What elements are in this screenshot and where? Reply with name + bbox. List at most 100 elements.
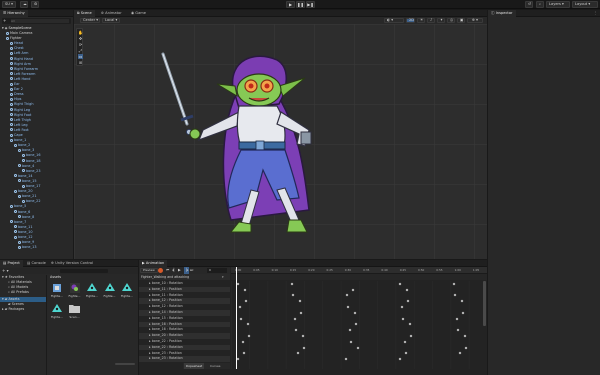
animated-property-row[interactable]: ▸ bone_20 : Rotation: [139, 333, 230, 339]
thumbnail-size-slider[interactable]: [115, 363, 135, 365]
asset-tile[interactable]: Fighte...: [103, 282, 117, 299]
keyframe[interactable]: [293, 317, 297, 321]
camera-icon[interactable]: ▣: [457, 18, 465, 23]
pause-button[interactable]: ❚❚: [296, 1, 305, 8]
hand-tool-icon[interactable]: ✋: [78, 30, 83, 35]
keyframe[interactable]: [349, 340, 353, 344]
keyframe[interactable]: [236, 357, 240, 361]
keyframe[interactable]: [346, 305, 350, 309]
keyframe[interactable]: [348, 328, 352, 332]
scene-viewport[interactable]: ✋ ✥ ⟳ ⤢ ▭ ⊞: [74, 24, 487, 259]
keyframe[interactable]: [294, 328, 298, 332]
keyframe[interactable]: [299, 311, 303, 315]
keyframe[interactable]: [301, 334, 305, 338]
scale-tool-icon[interactable]: ⤢: [78, 48, 83, 53]
clip-selector[interactable]: Fighter_Walking and attacking ▾: [139, 274, 230, 280]
keyframe[interactable]: [236, 282, 240, 286]
tab-hierarchy[interactable]: ☰ Hierarchy: [0, 10, 28, 17]
rect-tool-icon[interactable]: ▭: [78, 54, 83, 59]
keyframe[interactable]: [455, 317, 459, 321]
first-keyframe-icon[interactable]: ⏮: [166, 267, 169, 274]
visibility-icon[interactable]: ◎: [447, 18, 455, 23]
project-search-input[interactable]: [60, 269, 108, 273]
playhead[interactable]: [236, 267, 237, 369]
step-button[interactable]: ▶❚: [306, 1, 315, 8]
prev-keyframe-icon[interactable]: ◂▏: [172, 267, 177, 274]
animated-property-row[interactable]: ▸ bone_14 : Rotation: [139, 310, 230, 316]
tab-dopesheet[interactable]: Dopesheet: [184, 363, 205, 369]
keyframe[interactable]: [452, 282, 456, 286]
animated-property-row[interactable]: ▸ bone_12 : Rotation: [139, 304, 230, 310]
animated-property-row[interactable]: ▸ bone_12 : Position: [139, 298, 230, 304]
keyframe[interactable]: [404, 351, 408, 355]
gizmo-toggles[interactable]: ◐ ▾: [384, 18, 404, 23]
animated-property-row[interactable]: ▸ bone_16 : Position: [139, 321, 230, 328]
add-button[interactable]: +: [3, 18, 6, 24]
keyframe[interactable]: [302, 346, 306, 350]
play-button[interactable]: ▶: [286, 1, 295, 8]
keyframe[interactable]: [409, 334, 413, 338]
keyframe[interactable]: [398, 357, 402, 361]
animated-property-row[interactable]: ▸ bone_11 : Position: [139, 286, 230, 293]
keyframe[interactable]: [460, 299, 464, 303]
animated-property-row[interactable]: ▸ bone_15 : Rotation: [139, 316, 230, 322]
dopesheet-area[interactable]: [231, 281, 487, 369]
keyframe[interactable]: [405, 288, 409, 292]
tab-inspector[interactable]: ⓘ Inspector: [488, 10, 516, 17]
keyframe[interactable]: [463, 334, 467, 338]
keyframe[interactable]: [239, 317, 243, 321]
keyframe[interactable]: [246, 322, 250, 326]
animated-property-row[interactable]: ▸ bone_23 : Rotation: [139, 356, 230, 362]
tab-console[interactable]: ▤ Console: [24, 260, 49, 267]
asset-tile[interactable]: Fighte...: [68, 282, 82, 299]
tab-animation[interactable]: ▶ Animation: [139, 260, 168, 267]
audio-icon[interactable]: ♪: [427, 18, 435, 23]
keyframe[interactable]: [456, 328, 460, 332]
gizmos-dropdown[interactable]: ⊕ ▾: [467, 18, 483, 23]
last-keyframe-icon[interactable]: ⏭: [190, 267, 193, 274]
keyframe[interactable]: [298, 299, 302, 303]
keyframe[interactable]: [291, 293, 295, 297]
keyframe[interactable]: [400, 305, 404, 309]
keyframe[interactable]: [458, 351, 462, 355]
keyframe[interactable]: [461, 311, 465, 315]
space-dropdown[interactable]: Local ▾: [102, 18, 120, 23]
layers-dropdown[interactable]: Layers ▾: [546, 1, 570, 8]
keyframe[interactable]: [344, 357, 348, 361]
keyframe[interactable]: [353, 311, 357, 315]
keyframe[interactable]: [408, 322, 412, 326]
keyframe[interactable]: [241, 340, 245, 344]
tab-scene[interactable]: ⧉ Scene: [74, 10, 95, 17]
keyframe[interactable]: [356, 346, 360, 350]
play-anim-icon[interactable]: ▶: [178, 267, 181, 274]
tab-animator[interactable]: ⊛ Animator: [98, 10, 125, 17]
keyframe[interactable]: [247, 334, 251, 338]
keyframe[interactable]: [290, 282, 294, 286]
timeline-ruler[interactable]: 0:00 0:05 0:10 0:15 0:20 0:25 0:30 0:35 0:40 0:45…: [231, 267, 487, 274]
panel-menu-icon[interactable]: ⋮: [593, 10, 597, 17]
asset-tile[interactable]: Fighte...: [85, 282, 99, 299]
account-dropdown[interactable]: SU ▾: [2, 1, 16, 8]
history-icon[interactable]: ↺: [525, 1, 533, 8]
hierarchy-search-input[interactable]: [11, 19, 69, 23]
asset-tile[interactable]: Fighte...: [50, 282, 64, 299]
search-icon[interactable]: ⌕: [536, 1, 544, 8]
favorite-item[interactable]: ⌕ All Prefabs: [8, 290, 29, 295]
tab-version-control[interactable]: ⊕ Unity Version Control: [48, 260, 96, 267]
tab-curves[interactable]: Curves: [210, 363, 220, 369]
animated-property-row[interactable]: ▸ bone_11 : Rotation: [139, 293, 230, 299]
packages-node[interactable]: ▸ ▰ Packages: [2, 307, 24, 312]
preview-toggle[interactable]: Preview: [140, 268, 158, 273]
keyframe[interactable]: [351, 288, 355, 292]
keyframe[interactable]: [464, 346, 468, 350]
keyframe[interactable]: [398, 282, 402, 286]
effects-icon[interactable]: ✦: [437, 18, 445, 23]
animated-property-row[interactable]: ▸ bone_10 : Rotation: [139, 281, 230, 287]
asset-tile[interactable]: Fighte...: [50, 303, 64, 320]
cloud-icon[interactable]: ☁: [20, 1, 28, 8]
goblin-fighter-sprite[interactable]: [159, 50, 329, 250]
assets-breadcrumb[interactable]: Assets: [50, 275, 61, 280]
move-tool-icon[interactable]: ✥: [78, 36, 83, 41]
animated-property-row[interactable]: ▸ bone_22 : Position: [139, 339, 230, 345]
keyframe[interactable]: [401, 317, 405, 321]
